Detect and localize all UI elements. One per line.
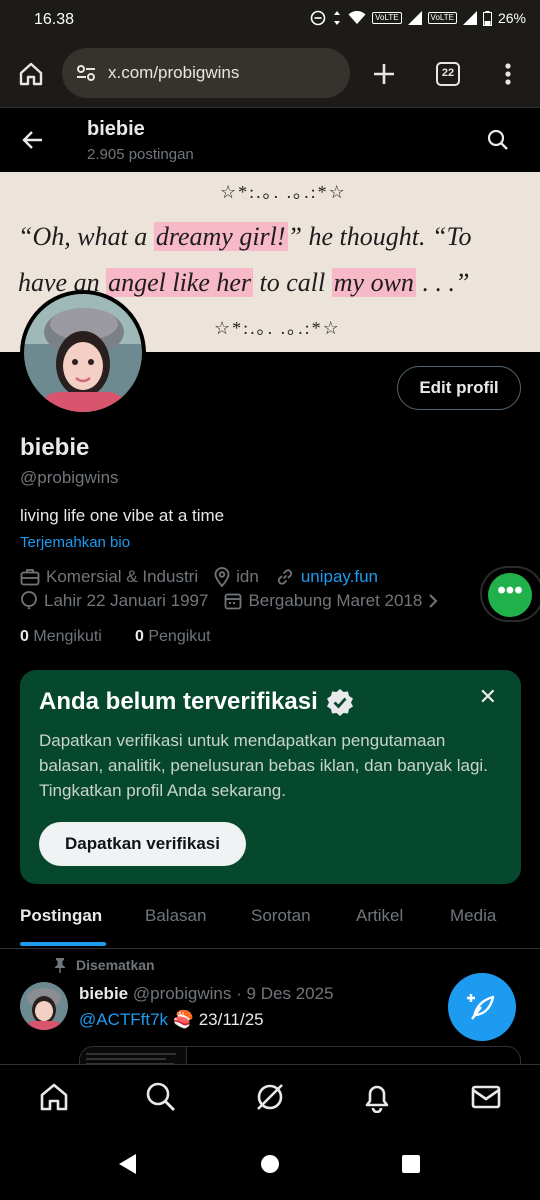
dnd-icon [310, 10, 326, 26]
calendar-icon [225, 593, 242, 610]
profile-meta-row-2: Lahir 22 Januari 1997 Bergabung Maret 20… [20, 591, 438, 611]
edit-profile-button[interactable]: Edit profil [397, 366, 521, 410]
battery-percent: 26% [497, 10, 526, 26]
profile-handle: @probigwins [20, 468, 119, 487]
verification-text: Dapatkan verifikasi untuk mendapatkan pe… [39, 731, 488, 800]
profile-bio: living life one vibe at a time [20, 506, 225, 525]
tab-media[interactable]: Media [450, 906, 496, 926]
url-text[interactable]: x.com/probigwins [108, 63, 239, 83]
profile-birthday: Lahir 22 Januari 1997 [44, 591, 209, 610]
profile-joined: Bergabung Maret 2018 [248, 591, 423, 610]
compose-feather-icon [467, 994, 495, 1020]
tweet-header: biebie @probigwins · 9 Des 2025 [79, 984, 334, 1003]
volte-badge: VoLTE [372, 12, 402, 24]
compose-post-button[interactable] [448, 973, 516, 1041]
profile-website-link[interactable]: unipay.fun [301, 567, 378, 587]
status-time: 16.38 [34, 11, 75, 28]
location-icon [214, 567, 230, 587]
profile-avatar[interactable] [20, 290, 146, 416]
tweet-avatar-photo [20, 982, 68, 1030]
verification-title: Anda belum terverifikasi [39, 688, 354, 716]
tab-replies[interactable]: Balasan [145, 906, 206, 926]
link-icon [277, 569, 292, 585]
bell-icon[interactable] [361, 1081, 393, 1113]
followers-stat[interactable]: 0 Pengikut [135, 628, 211, 646]
status-bar: 16.38 VoLTE VoLTE 26% [0, 0, 540, 40]
tab-switcher-button[interactable]: 22 [436, 62, 460, 86]
tweet-author-name[interactable]: biebie [79, 984, 128, 1003]
more-dots-icon[interactable]: ••• [488, 573, 532, 617]
back-arrow-icon[interactable] [22, 130, 44, 150]
chevron-right-icon[interactable] [428, 593, 438, 609]
bottom-navigation [0, 1064, 540, 1130]
profile-name: biebie [20, 434, 90, 461]
android-navigation-bar [0, 1130, 540, 1200]
tweet-body: @ACTFft7k 🍣 23/11/25 [79, 1010, 264, 1030]
banner-stars-top: ☆*:.｡. .｡.:*☆ [220, 182, 347, 202]
status-icons: VoLTE VoLTE 26% [310, 10, 526, 26]
get-verified-button[interactable]: Dapatkan verifikasi [39, 822, 246, 866]
home-icon[interactable] [38, 1081, 70, 1113]
banner-stars-bottom: ☆*:.｡. .｡.:*☆ [214, 318, 341, 338]
profile-tabs: Postingan Balasan Sorotan Artikel Media [0, 894, 540, 949]
signal-icon-2 [462, 11, 477, 25]
profile-category: Komersial & Industri [46, 567, 199, 586]
header-title: biebie [87, 118, 145, 140]
tab-highlights[interactable]: Sorotan [251, 906, 311, 926]
tweet-author-handle[interactable]: @probigwins [133, 984, 232, 1003]
balloon-icon [21, 591, 37, 609]
search-icon[interactable] [487, 129, 509, 151]
more-options-fab[interactable]: ••• [480, 566, 540, 622]
pin-icon [55, 958, 65, 973]
overflow-menu-icon[interactable] [504, 62, 512, 86]
close-icon[interactable]: ✕ [479, 684, 497, 710]
site-settings-icon[interactable] [76, 64, 96, 82]
banner-line-1: “Oh, what a dreamy girl!” he thought. “T… [18, 222, 472, 251]
verification-card: Anda belum terverifikasi ✕ Dapatkan veri… [20, 670, 521, 884]
address-bar[interactable]: x.com/probigwins [62, 48, 350, 98]
android-back-icon[interactable] [118, 1153, 138, 1175]
pinned-label: Disematkan [54, 957, 155, 973]
profile-meta-row-1: Komersial & Industri idn unipay.fun [20, 567, 378, 587]
browser-toolbar: x.com/probigwins 22 [0, 40, 540, 108]
tab-articles[interactable]: Artikel [356, 906, 403, 926]
battery-icon [482, 10, 492, 26]
following-stat[interactable]: 0 Mengikuti [20, 628, 102, 646]
header-post-count: 2.905 postingan [87, 146, 194, 163]
signal-icon [407, 11, 422, 25]
search-icon[interactable] [145, 1081, 177, 1113]
volte-badge-2: VoLTE [427, 12, 457, 24]
data-arrows-icon [334, 11, 341, 25]
wifi-icon [348, 11, 366, 24]
briefcase-icon [20, 569, 40, 586]
tab-posts[interactable]: Postingan [20, 906, 102, 926]
new-tab-icon[interactable] [372, 62, 396, 86]
verified-badge-icon [326, 689, 353, 716]
profile-location: idn [236, 567, 259, 586]
active-tab-indicator [20, 942, 106, 946]
tweet-mention-link[interactable]: @ACTFft7k [79, 1010, 168, 1029]
sushi-emoji: 🍣 [172, 1010, 194, 1029]
grok-icon[interactable] [254, 1081, 286, 1113]
tweet-avatar[interactable] [20, 982, 68, 1030]
tweet-text: 23/11/25 [198, 1010, 264, 1029]
avatar-photo [24, 294, 142, 412]
android-home-icon[interactable] [260, 1154, 280, 1174]
mail-icon[interactable] [470, 1081, 502, 1113]
translate-bio-link[interactable]: Terjemahkan bio [20, 534, 130, 551]
android-recents-icon[interactable] [401, 1154, 421, 1174]
tweet-date[interactable]: 9 Des 2025 [247, 984, 334, 1003]
home-icon[interactable] [18, 61, 44, 87]
